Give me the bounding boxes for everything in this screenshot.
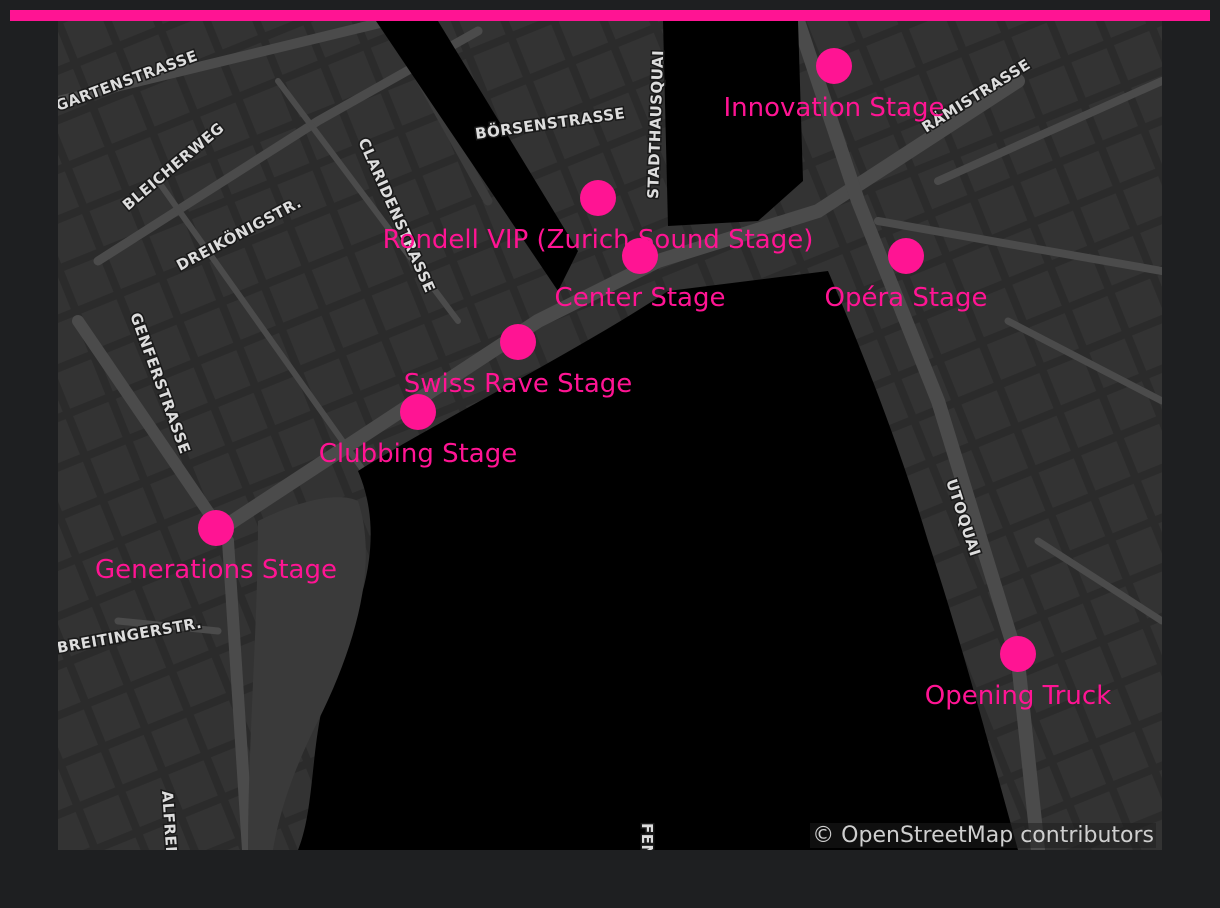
map-base-layer: GARTENSTRASSE BLEICHERWEG DREIKÖNIGSTR. …: [58, 21, 1162, 850]
label-opera-stage[interactable]: Opéra Stage: [825, 283, 988, 313]
marker-clubbing-stage[interactable]: [400, 394, 436, 430]
label-clubbing-stage[interactable]: Clubbing Stage: [319, 439, 517, 469]
river-mouth: [663, 21, 803, 226]
marker-center-stage[interactable]: [622, 238, 658, 274]
map-view[interactable]: GARTENSTRASSE BLEICHERWEG DREIKÖNIGSTR. …: [58, 21, 1162, 850]
marker-innovation-stage[interactable]: [816, 48, 852, 84]
label-rondell-vip[interactable]: Rondell VIP (Zurich Sound Stage): [383, 225, 814, 255]
marker-swiss-rave-stage[interactable]: [500, 324, 536, 360]
marker-rondell-vip[interactable]: [580, 180, 616, 216]
label-center-stage[interactable]: Center Stage: [555, 283, 726, 313]
map-attribution[interactable]: © OpenStreetMap contributors: [810, 823, 1156, 848]
top-accent-bar: [10, 10, 1210, 21]
label-opening-truck[interactable]: Opening Truck: [925, 681, 1112, 711]
street-label-fen: FEN: [638, 823, 656, 850]
label-innovation-stage[interactable]: Innovation Stage: [723, 93, 944, 123]
marker-opera-stage[interactable]: [888, 238, 924, 274]
marker-generations-stage[interactable]: [198, 510, 234, 546]
label-swiss-rave-stage[interactable]: Swiss Rave Stage: [404, 369, 633, 399]
label-generations-stage[interactable]: Generations Stage: [95, 555, 337, 585]
marker-opening-truck[interactable]: [1000, 636, 1036, 672]
